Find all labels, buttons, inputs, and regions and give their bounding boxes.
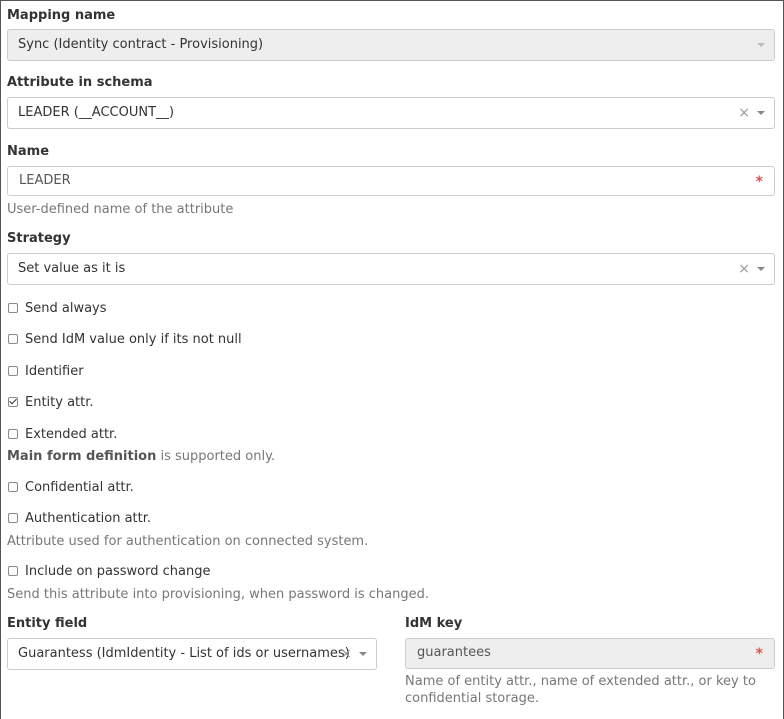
entity-attr-checkbox[interactable]: Entity attr. [7, 393, 94, 411]
include-on-password-change-checkbox[interactable]: Include on password change [7, 562, 210, 580]
checkbox-icon[interactable] [8, 366, 18, 376]
clear-icon[interactable]: × [340, 639, 352, 669]
checkbox-icon[interactable] [8, 513, 18, 523]
name-label: Name [7, 144, 50, 159]
identifier-label: Identifier [25, 363, 84, 379]
include-on-password-change-label: Include on password change [25, 563, 211, 579]
chevron-down-icon [757, 43, 765, 47]
required-icon: * [755, 174, 763, 190]
authentication-attr-label: Authentication attr. [25, 510, 152, 526]
strategy-label: Strategy [7, 231, 71, 246]
name-input-value: LEADER [19, 173, 71, 188]
idm-key-help-line-2: confidential storage. [405, 691, 539, 706]
authentication-help-text: Attribute used for authentication on con… [7, 534, 369, 549]
extended-attr-help-text: Main form definition is supported only. [7, 448, 275, 465]
extended-help-rest: is supported only. [156, 449, 276, 464]
strategy-value: Set value as it is [18, 261, 126, 276]
chevron-down-icon[interactable] [359, 652, 367, 656]
confidential-attr-checkbox[interactable]: Confidential attr. [7, 478, 134, 496]
attribute-in-schema-label: Attribute in schema [7, 75, 153, 90]
authentication-attr-checkbox[interactable]: Authentication attr. [7, 509, 151, 527]
attribute-in-schema-value: LEADER (__ACCOUNT__) [18, 105, 175, 120]
checkbox-icon[interactable] [8, 429, 18, 439]
checkbox-checked-icon[interactable] [8, 397, 18, 407]
password-change-help-text: Send this attribute into provisioning, w… [7, 587, 429, 602]
send-always-label: Send always [25, 300, 107, 316]
send-idm-not-null-label: Send IdM value only if its not null [25, 331, 242, 347]
mapping-name-label: Mapping name [7, 8, 116, 23]
send-idm-not-null-checkbox[interactable]: Send IdM value only if its not null [7, 330, 242, 348]
identifier-checkbox[interactable]: Identifier [7, 362, 84, 380]
checkbox-icon[interactable] [8, 566, 18, 576]
chevron-down-icon[interactable] [757, 267, 765, 271]
clear-icon[interactable]: × [738, 254, 750, 284]
confidential-attr-label: Confidential attr. [25, 479, 134, 495]
idm-key-label: IdM key [405, 616, 463, 631]
idm-key-value: guarantees [417, 645, 491, 660]
chevron-down-icon[interactable] [757, 111, 765, 115]
checkbox-icon[interactable] [8, 482, 18, 492]
idm-key-input: guarantees * [405, 638, 775, 669]
name-input[interactable]: LEADER * [7, 166, 775, 196]
send-always-checkbox[interactable]: Send always [7, 299, 107, 317]
entity-attr-label: Entity attr. [25, 394, 94, 410]
checkbox-icon[interactable] [8, 334, 18, 344]
checkbox-icon[interactable] [8, 303, 18, 313]
required-icon: * [755, 646, 763, 662]
strategy-select[interactable]: Set value as it is × [7, 253, 775, 285]
attribute-in-schema-select[interactable]: LEADER (__ACCOUNT__) × [7, 97, 775, 129]
extended-attr-label: Extended attr. [25, 426, 118, 442]
extended-attr-checkbox[interactable]: Extended attr. [7, 425, 117, 443]
mapping-name-select: Sync (Identity contract - Provisioning) [7, 29, 775, 61]
entity-field-label: Entity field [7, 616, 88, 631]
attribute-mapping-form: Mapping name Sync (Identity contract - P… [0, 0, 784, 719]
entity-field-value: Guarantess (IdmIdentity - List of ids or… [18, 646, 350, 661]
clear-icon[interactable]: × [738, 98, 750, 128]
idm-key-help-line-1: Name of entity attr., name of extended a… [405, 674, 756, 689]
entity-field-select[interactable]: Guarantess (IdmIdentity - List of ids or… [7, 638, 377, 670]
mapping-name-value: Sync (Identity contract - Provisioning) [18, 37, 264, 52]
name-help-text: User-defined name of the attribute [7, 202, 234, 217]
main-form-definition-text: Main form definition [7, 449, 157, 464]
